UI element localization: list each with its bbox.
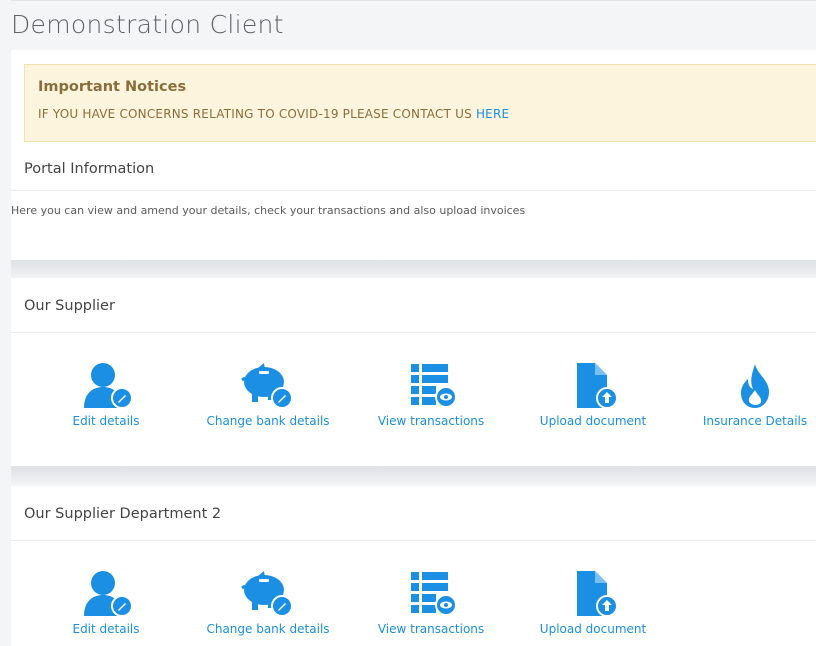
page-title: Demonstration Client	[11, 10, 284, 39]
divider	[11, 540, 816, 541]
piggy-bank-edit-icon	[241, 363, 293, 409]
view-transactions-button[interactable]: View transactions	[361, 570, 501, 636]
user-edit-icon	[84, 363, 133, 409]
tile-label: View transactions	[377, 622, 485, 636]
piggy-bank-edit-icon	[241, 571, 293, 617]
divider	[11, 332, 816, 333]
portal-info-card: Important Notices IF YOU HAVE CONCERNS R…	[11, 50, 816, 260]
section-separator	[11, 260, 816, 278]
view-transactions-button[interactable]: View transactions	[361, 362, 501, 428]
section-our-supplier-department-2: Our Supplier Department 2 Edit details C…	[11, 486, 816, 646]
page-header: Demonstration Client	[11, 0, 816, 49]
tile-label: Change bank details	[206, 622, 330, 636]
portal-info-text: Here you can view and amend your details…	[11, 204, 526, 217]
portal-info-title: Portal Information	[24, 161, 155, 177]
notice-message-text: IF YOU HAVE CONCERNS RELATING TO COVID-1…	[38, 107, 476, 121]
change-bank-details-button[interactable]: Change bank details	[198, 362, 338, 428]
upload-document-button[interactable]: Upload document	[523, 570, 663, 636]
tile-label: Upload document	[539, 414, 647, 428]
tile-label: Edit details	[72, 414, 140, 428]
document-upload-icon	[577, 363, 618, 409]
user-edit-icon	[84, 571, 133, 617]
tile-label: Insurance Details	[702, 414, 808, 428]
tile-label: Edit details	[72, 622, 140, 636]
tile-label: View transactions	[377, 414, 485, 428]
notice-message: IF YOU HAVE CONCERNS RELATING TO COVID-1…	[38, 107, 509, 121]
tile-label: Change bank details	[206, 414, 330, 428]
section-separator	[11, 466, 816, 484]
edit-details-button[interactable]: Edit details	[36, 362, 176, 428]
section-our-supplier: Our Supplier Edit details Change bank de…	[11, 278, 816, 466]
insurance-details-button[interactable]: Insurance Details	[685, 362, 816, 428]
tile-label: Upload document	[539, 622, 647, 636]
change-bank-details-button[interactable]: Change bank details	[198, 570, 338, 636]
important-notice: Important Notices IF YOU HAVE CONCERNS R…	[24, 64, 816, 142]
notice-here-link[interactable]: HERE	[476, 107, 509, 121]
edit-details-button[interactable]: Edit details	[36, 570, 176, 636]
section-title: Our Supplier	[24, 298, 115, 314]
notice-title: Important Notices	[38, 79, 187, 95]
upload-document-button[interactable]: Upload document	[523, 362, 663, 428]
section-title: Our Supplier Department 2	[24, 506, 222, 522]
fire-icon	[741, 364, 769, 408]
page: Demonstration Client Important Notices I…	[11, 0, 816, 646]
divider	[11, 190, 816, 191]
list-view-icon	[411, 572, 457, 616]
document-upload-icon	[577, 571, 618, 617]
list-view-icon	[411, 364, 457, 408]
